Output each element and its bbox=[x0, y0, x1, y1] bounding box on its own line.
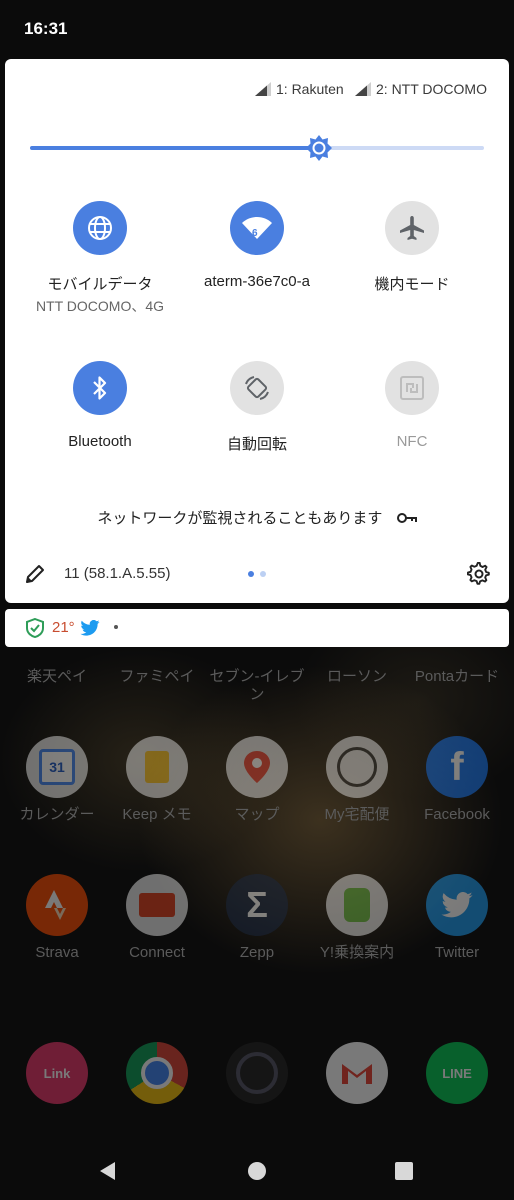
tile-airplane-mode[interactable]: 機内モード bbox=[337, 201, 487, 294]
delivery-icon[interactable] bbox=[326, 736, 388, 798]
app-label-rakuten-pay[interactable]: 楽天ペイ bbox=[7, 668, 107, 686]
settings-gear-icon[interactable] bbox=[467, 562, 491, 586]
status-clock: 16:31 bbox=[24, 19, 68, 38]
tile-airplane-mode-label: 機内モード bbox=[374, 276, 450, 293]
carrier-1: 1: Rakuten bbox=[255, 81, 344, 97]
tile-bluetooth[interactable]: Bluetooth bbox=[25, 361, 175, 450]
phone-link-text: Link bbox=[43, 1065, 71, 1081]
app-label-keep[interactable]: Keep メモ bbox=[107, 806, 207, 824]
gmail-icon[interactable] bbox=[326, 1042, 388, 1104]
phone-icon[interactable]: Link bbox=[26, 1042, 88, 1104]
tile-nfc-label: NFC bbox=[396, 433, 428, 450]
app-label-twitter[interactable]: Twitter bbox=[407, 944, 507, 962]
connect-icon[interactable] bbox=[126, 874, 188, 936]
maps-icon[interactable] bbox=[226, 736, 288, 798]
app-label-maps[interactable]: マップ bbox=[207, 806, 307, 824]
nav-back-icon[interactable] bbox=[97, 1160, 119, 1182]
tile-nfc[interactable]: NFC bbox=[337, 361, 487, 450]
train-icon[interactable] bbox=[326, 874, 388, 936]
calendar-date: 31 bbox=[39, 749, 75, 785]
wifi-6-badge: 6 bbox=[252, 228, 258, 239]
page-indicator-active bbox=[248, 571, 254, 577]
app-label-my-delivery[interactable]: My宅配便 bbox=[307, 806, 407, 824]
strava-icon[interactable] bbox=[26, 874, 88, 936]
camera-icon[interactable] bbox=[226, 1042, 288, 1104]
app-label-famipay[interactable]: ファミペイ bbox=[107, 668, 207, 686]
brightness-track-empty bbox=[320, 146, 484, 150]
line-text: LINE bbox=[442, 1065, 472, 1081]
airplane-icon bbox=[400, 216, 424, 240]
tile-nfc-button[interactable] bbox=[385, 361, 439, 415]
app-label-strava[interactable]: Strava bbox=[7, 944, 107, 962]
tile-mobile-data-button[interactable] bbox=[73, 201, 127, 255]
chrome-icon[interactable] bbox=[126, 1042, 188, 1104]
keep-icon[interactable] bbox=[126, 736, 188, 798]
twitter-notification-icon bbox=[80, 620, 100, 636]
page-indicator-inactive bbox=[260, 571, 266, 577]
app-label-calendar[interactable]: カレンダー bbox=[7, 806, 107, 824]
edit-pencil-icon[interactable] bbox=[24, 563, 46, 585]
tile-auto-rotate-label: 自動回転 bbox=[226, 436, 287, 453]
carrier-2: 2: NTT DOCOMO bbox=[355, 81, 487, 97]
globe-icon bbox=[88, 216, 112, 240]
nav-recents-icon[interactable] bbox=[395, 1162, 413, 1180]
twitter-icon[interactable] bbox=[426, 874, 488, 936]
signal-icon bbox=[255, 82, 271, 96]
carrier-2-label: 2: NTT DOCOMO bbox=[376, 81, 487, 97]
tile-wifi-label: aterm-36e7c0-a bbox=[204, 273, 310, 290]
tile-auto-rotate-button[interactable] bbox=[230, 361, 284, 415]
tile-wifi-button[interactable]: 6 bbox=[230, 201, 284, 255]
facebook-icon[interactable]: f bbox=[426, 736, 488, 798]
nfc-icon bbox=[400, 376, 424, 400]
network-monitoring-text: ネットワークが監視されることもあります bbox=[97, 510, 383, 527]
tile-bluetooth-button[interactable] bbox=[73, 361, 127, 415]
tile-bluetooth-label: Bluetooth bbox=[68, 433, 132, 450]
app-label-zepp[interactable]: Zepp bbox=[207, 944, 307, 962]
app-label-seven-eleven[interactable]: セブン-イレブン bbox=[207, 668, 307, 704]
app-label-transit[interactable]: Y!乗換案内 bbox=[307, 944, 407, 962]
tile-mobile-data-label: モバイルデータ bbox=[47, 276, 153, 293]
more-notifications-dot bbox=[114, 625, 118, 629]
brightness-track-filled bbox=[30, 146, 320, 150]
signal-icon bbox=[355, 82, 371, 96]
weather-temperature: 21° bbox=[52, 619, 75, 636]
app-label-lawson[interactable]: ローソン bbox=[307, 668, 407, 686]
bluetooth-icon bbox=[93, 376, 107, 400]
vpn-key-icon bbox=[396, 512, 417, 523]
network-monitoring-notice[interactable]: ネットワークが監視されることもあります bbox=[0, 507, 514, 528]
brightness-icon[interactable] bbox=[305, 134, 333, 162]
carrier-1-label: 1: Rakuten bbox=[276, 81, 344, 97]
tile-auto-rotate[interactable]: 自動回転 bbox=[182, 361, 332, 454]
calendar-icon[interactable]: 31 bbox=[26, 736, 88, 798]
nav-home-icon[interactable] bbox=[247, 1161, 267, 1181]
tile-mobile-data[interactable]: モバイルデータ NTT DOCOMO、4G bbox=[25, 201, 175, 316]
build-number[interactable]: 11 (58.1.A.5.55) bbox=[64, 565, 170, 582]
shield-icon bbox=[26, 618, 44, 638]
tile-mobile-data-sublabel: NTT DOCOMO、4G bbox=[35, 298, 165, 314]
app-label-ponta[interactable]: Pontaカード bbox=[407, 668, 507, 686]
wifi-icon: 6 bbox=[242, 217, 272, 239]
line-icon[interactable]: LINE bbox=[426, 1042, 488, 1104]
auto-rotate-icon bbox=[245, 376, 269, 400]
zepp-icon[interactable]: Σ bbox=[226, 874, 288, 936]
tile-wifi[interactable]: 6 aterm-36e7c0-a bbox=[182, 201, 332, 290]
app-label-facebook[interactable]: Facebook bbox=[407, 806, 507, 824]
tile-airplane-mode-button[interactable] bbox=[385, 201, 439, 255]
app-label-connect[interactable]: Connect bbox=[107, 944, 207, 962]
